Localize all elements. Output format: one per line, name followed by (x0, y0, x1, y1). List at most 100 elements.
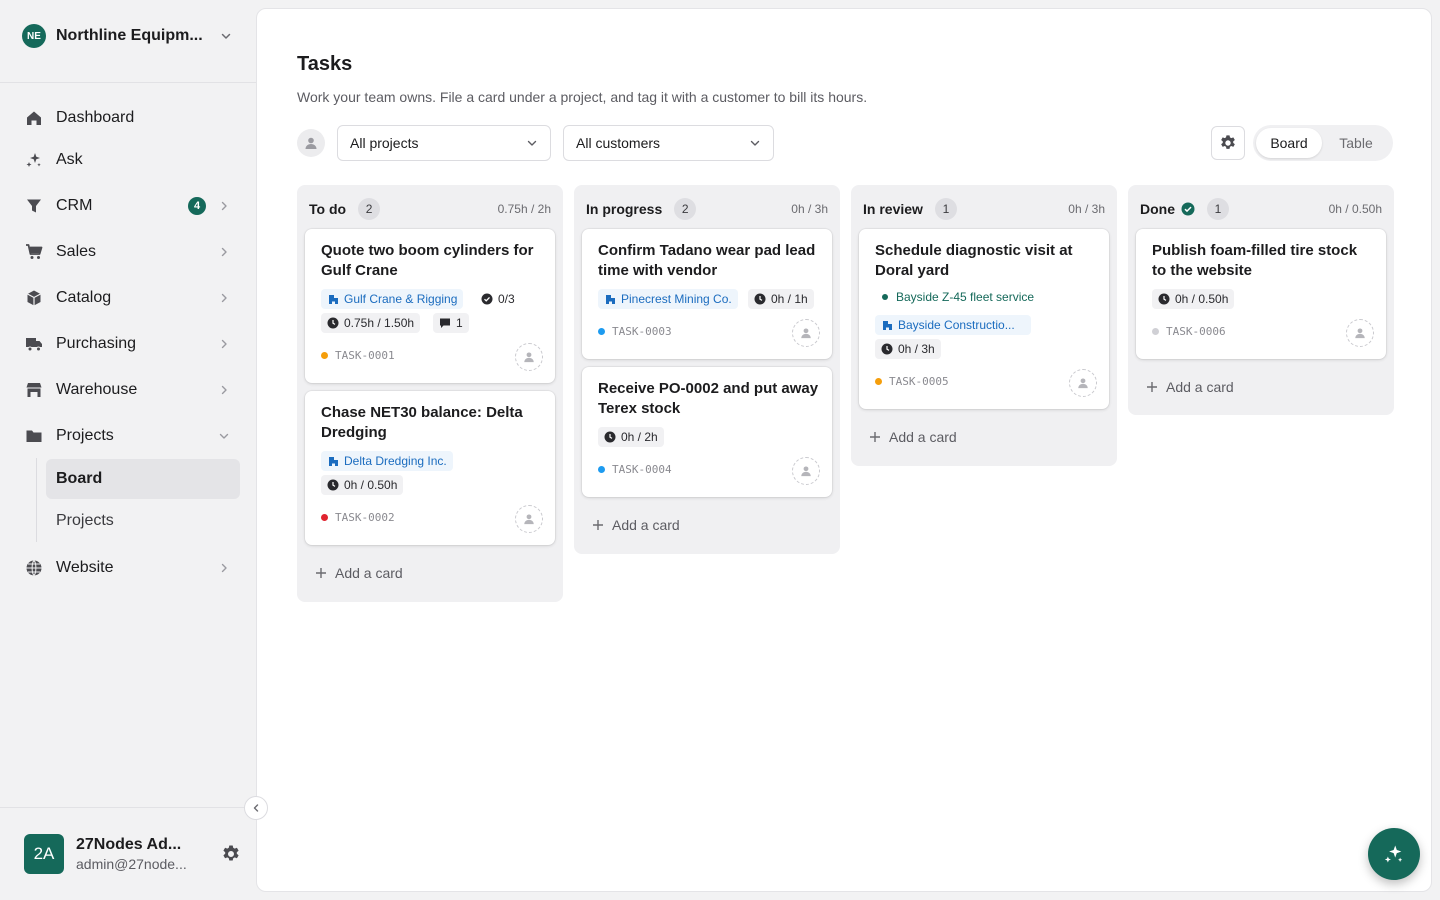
collapse-sidebar-button[interactable] (244, 796, 268, 820)
priority-dot (598, 327, 605, 335)
column-title: In progress (586, 201, 663, 217)
add-card-button[interactable]: Add a card (592, 515, 680, 535)
board-settings-button[interactable] (1211, 126, 1245, 160)
add-card-label: Add a card (1166, 379, 1234, 395)
building-icon (327, 455, 339, 467)
cart-icon (24, 242, 44, 262)
task-id: TASK-0006 (1152, 323, 1226, 339)
add-card-button[interactable]: Add a card (869, 427, 957, 447)
assignee-avatar[interactable] (792, 457, 820, 485)
sidebar-item-label: CRM (56, 197, 93, 214)
user-menu[interactable]: 2A 27Nodes Ad... admin@27node... (24, 832, 242, 876)
task-card[interactable]: Quote two boom cylinders for Gulf Crane … (305, 229, 555, 383)
org-switcher[interactable]: NE Northline Equipm... (14, 14, 242, 58)
chevron-right-icon (216, 198, 232, 214)
board-column-in-progress: In progress 2 0h / 3h Confirm Tadano wea… (574, 185, 840, 554)
board-column-in-review: In review 1 0h / 3h Schedule diagnostic … (851, 185, 1117, 466)
gear-icon[interactable] (220, 843, 242, 865)
sidebar-item-projects[interactable]: Projects (14, 416, 242, 456)
gear-icon (1219, 134, 1237, 152)
view-table-button[interactable]: Table (1322, 128, 1390, 158)
ai-assistant-button[interactable] (1368, 828, 1420, 880)
clock-icon (881, 343, 893, 355)
add-card-label: Add a card (889, 429, 957, 445)
clock-icon (754, 293, 766, 305)
sidebar-item-label: Purchasing (56, 335, 137, 352)
main-panel: Tasks Work your team owns. File a card u… (256, 8, 1432, 892)
add-card-button[interactable]: Add a card (315, 563, 403, 583)
time-chip: 0h / 3h (875, 339, 941, 359)
customer-chip[interactable]: Bayside Constructio... (875, 315, 1031, 335)
task-id-text: TASK-0002 (335, 510, 395, 524)
building-icon (327, 293, 339, 305)
user-name: 27Nodes Ad... (76, 836, 182, 853)
check-circle-icon (1181, 202, 1195, 216)
assignee-avatar[interactable] (515, 505, 543, 533)
priority-dot (598, 465, 605, 473)
folder-icon (24, 426, 44, 446)
building-icon (604, 293, 616, 305)
sidebar-item-catalog[interactable]: Catalog (14, 278, 242, 318)
task-card[interactable]: Confirm Tadano wear pad lead time with v… (582, 229, 832, 359)
column-title: In review (863, 201, 923, 217)
task-id-text: TASK-0005 (889, 374, 949, 388)
customer-name: Pinecrest Mining Co. (621, 292, 732, 306)
column-header: In review 1 0h / 3h (863, 197, 1105, 221)
sidebar-item-website[interactable]: Website (14, 548, 242, 588)
column-count-badge: 2 (674, 198, 697, 220)
time-tracked: 0h / 0.50h (1175, 292, 1229, 306)
task-id-text: TASK-0004 (612, 462, 672, 476)
assignee-filter-avatar[interactable] (297, 129, 325, 157)
project-chip[interactable]: Bayside Z-45 fleet service (877, 287, 1040, 307)
chevron-right-icon (216, 290, 232, 306)
sparkles-icon (24, 150, 44, 170)
time-tracked: 0h / 0.50h (344, 478, 398, 492)
time-tracked: 0h / 3h (898, 342, 935, 356)
user-email: admin@27node... (76, 856, 187, 872)
board-column-todo: To do 2 0.75h / 2h Quote two boom cylind… (297, 185, 563, 602)
task-card[interactable]: Receive PO-0002 and put away Terex stock… (582, 367, 832, 497)
task-card[interactable]: Schedule diagnostic visit at Doral yard … (859, 229, 1109, 409)
warehouse-icon (24, 380, 44, 400)
chevron-right-icon (216, 382, 232, 398)
sidebar-subitem-projects[interactable]: Projects (46, 501, 240, 541)
box-icon (24, 288, 44, 308)
customer-filter-select[interactable]: All customers (563, 125, 774, 161)
customer-chip[interactable]: Delta Dredging Inc. (321, 451, 453, 471)
sidebar-item-purchasing[interactable]: Purchasing (14, 324, 242, 364)
assignee-avatar[interactable] (1069, 369, 1097, 397)
add-card-button[interactable]: Add a card (1146, 377, 1234, 397)
column-hours: 0.75h / 2h (497, 202, 551, 216)
sidebar-subitem-board[interactable]: Board (46, 459, 240, 499)
sidebar-item-label: Website (56, 559, 114, 576)
sidebar-item-crm[interactable]: CRM 4 (14, 186, 242, 226)
sidebar-divider (0, 807, 256, 808)
column-hours: 0h / 0.50h (1328, 202, 1382, 216)
task-id: TASK-0002 (321, 509, 395, 525)
task-card[interactable]: Chase NET30 balance: Delta Dredging Delt… (305, 391, 555, 545)
chevron-right-icon (216, 244, 232, 260)
column-hours: 0h / 3h (1068, 202, 1105, 216)
time-chip: 0h / 1h (748, 289, 814, 309)
sidebar-item-warehouse[interactable]: Warehouse (14, 370, 242, 410)
chevron-right-icon (216, 336, 232, 352)
assignee-avatar[interactable] (515, 343, 543, 371)
org-avatar: NE (22, 24, 46, 48)
sidebar-item-sales[interactable]: Sales (14, 232, 242, 272)
comments-chip: 1 (433, 313, 469, 333)
time-chip: 0h / 0.50h (1152, 289, 1235, 309)
view-board-button[interactable]: Board (1256, 128, 1322, 158)
sidebar-item-ask[interactable]: Ask (14, 140, 242, 180)
task-id-text: TASK-0001 (335, 348, 395, 362)
globe-icon (24, 558, 44, 578)
sidebar-item-dashboard[interactable]: Dashboard (14, 98, 242, 138)
board-column-done: Done 1 0h / 0.50h Publish foam-filled ti… (1128, 185, 1394, 415)
column-header: In progress 2 0h / 3h (586, 197, 828, 221)
project-filter-select[interactable]: All projects (337, 125, 551, 161)
assignee-avatar[interactable] (1346, 319, 1374, 347)
customer-chip[interactable]: Pinecrest Mining Co. (598, 289, 738, 309)
customer-chip[interactable]: Gulf Crane & Rigging (321, 289, 464, 309)
sidebar: NE Northline Equipm... Dashboard Ask CRM… (0, 0, 256, 900)
task-card[interactable]: Publish foam-filled tire stock to the we… (1136, 229, 1386, 359)
assignee-avatar[interactable] (792, 319, 820, 347)
